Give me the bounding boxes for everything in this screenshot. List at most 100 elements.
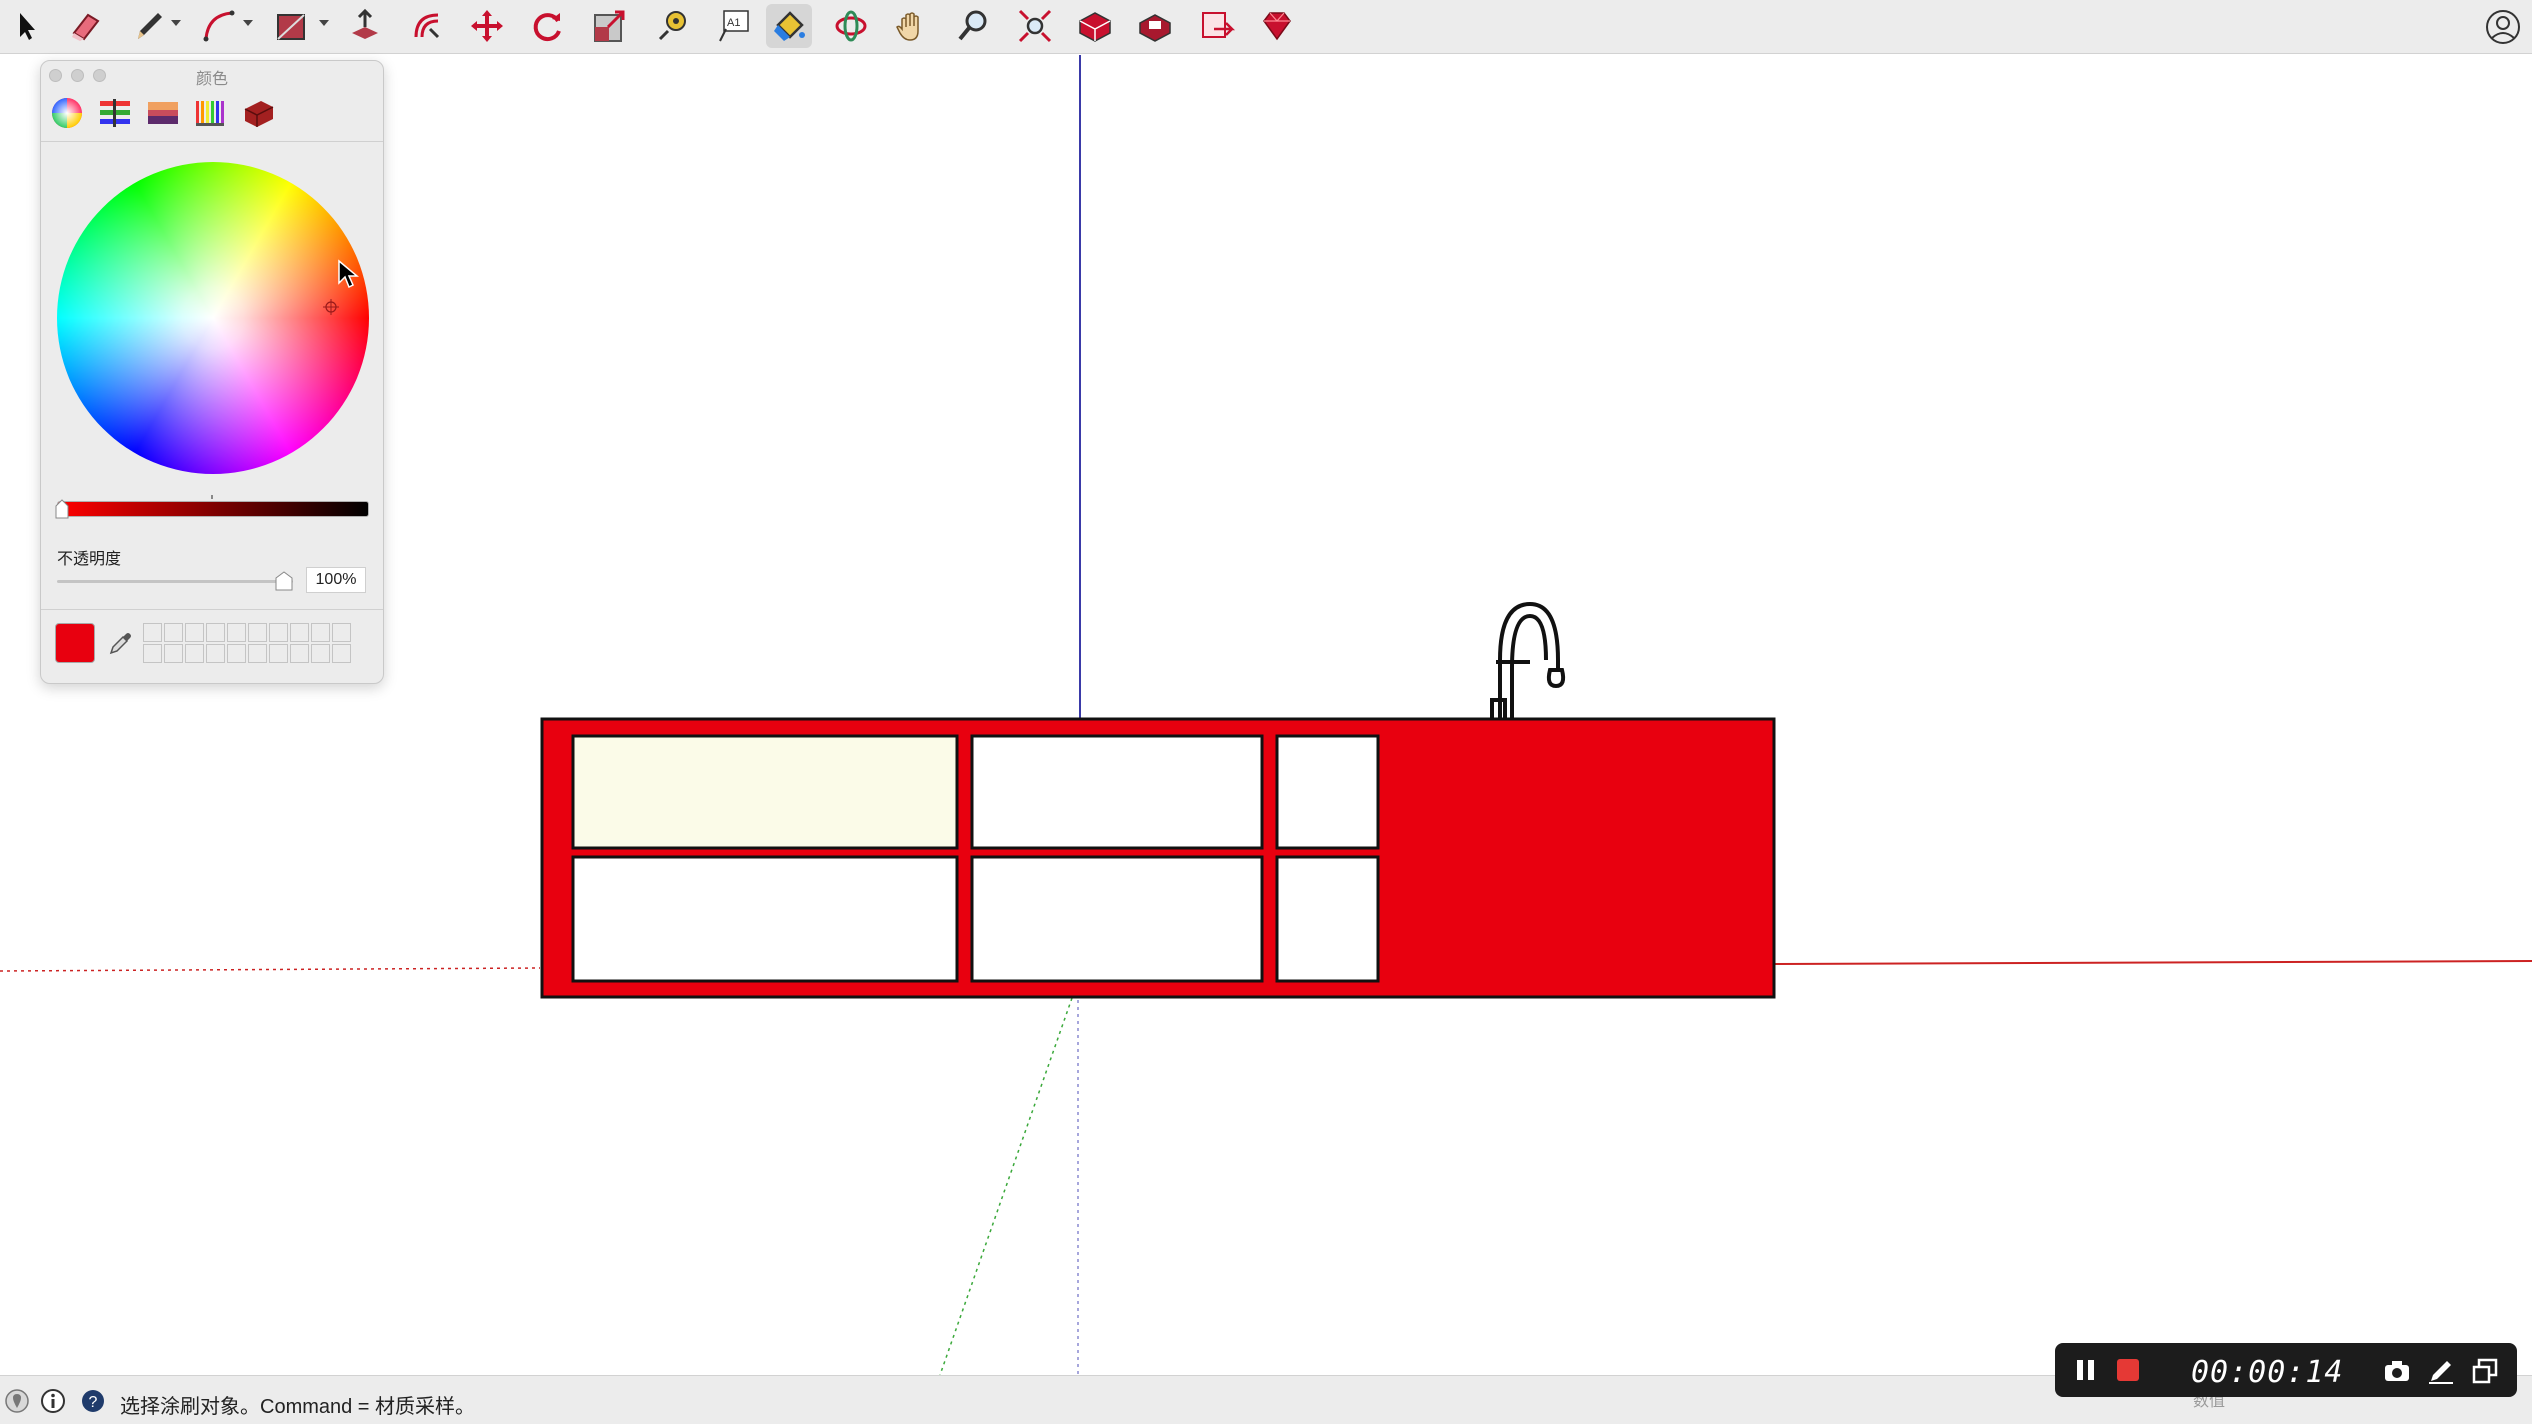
pause-icon[interactable] (2073, 1357, 2099, 1383)
cabinet-door-bottom-left[interactable] (571, 855, 959, 983)
push-pull-tool-button[interactable] (342, 4, 388, 48)
color-wheel-icon (52, 98, 82, 128)
camera-icon[interactable] (2383, 1357, 2411, 1385)
opacity-label: 不透明度 (57, 551, 122, 568)
cabinet-door-bottom-right[interactable] (1275, 855, 1380, 983)
extension-warehouse-tool-button[interactable] (1132, 4, 1178, 48)
crosshair-icon (323, 299, 339, 315)
zoom-extents-icon (1018, 9, 1052, 43)
saved-swatch-cell[interactable] (290, 623, 309, 642)
brightness-slider[interactable] (57, 501, 369, 517)
eyedropper-icon[interactable] (107, 631, 133, 657)
saved-swatch-cell[interactable] (290, 644, 309, 663)
scale-icon (594, 10, 625, 42)
saved-swatch-cell[interactable] (248, 644, 267, 663)
color-wheel[interactable] (57, 162, 369, 474)
tab-pencils[interactable] (237, 91, 281, 135)
move-icon (471, 10, 503, 42)
zoom-extents-tool-button[interactable] (1012, 4, 1058, 48)
scale-tool-button[interactable] (586, 4, 632, 48)
faucet-model[interactable] (1490, 601, 1566, 718)
pen-icon[interactable] (2427, 1357, 2455, 1385)
panel-divider (41, 141, 383, 142)
extension-warehouse-icon (1139, 14, 1171, 42)
cabinet-door-top-right[interactable] (1275, 734, 1380, 850)
saved-swatch-cell[interactable] (164, 644, 183, 663)
cabinet-door-top-left[interactable] (571, 734, 959, 850)
tab-image-palettes[interactable] (189, 91, 233, 135)
saved-swatch-cell[interactable] (227, 623, 246, 642)
svg-text:A1: A1 (727, 17, 740, 29)
rotate-icon (533, 13, 561, 42)
cabinet-door-bottom-middle[interactable] (970, 855, 1264, 983)
tab-color-palettes[interactable] (141, 91, 185, 135)
saved-swatch-cell[interactable] (311, 623, 330, 642)
saved-swatch-cell[interactable] (311, 644, 330, 663)
saved-swatch-cell[interactable] (332, 623, 351, 642)
line-tool-button[interactable] (126, 4, 172, 48)
shape-tool-button[interactable] (268, 4, 314, 48)
image-palettes-icon (196, 101, 224, 126)
arc-icon (203, 10, 235, 42)
orbit-tool-button[interactable] (828, 4, 874, 48)
tape-measure-icon (658, 11, 686, 41)
saved-swatch-cell[interactable] (143, 644, 162, 663)
opacity-slider[interactable] (57, 580, 293, 583)
cabinet-door-top-middle[interactable] (970, 734, 1264, 850)
color-sliders-icon (100, 99, 130, 127)
line-tool-dropdown-icon[interactable] (171, 20, 181, 26)
geolocation-icon[interactable] (4, 1388, 30, 1414)
ruby-icon (1263, 12, 1291, 41)
text-tool-button[interactable]: A1 (710, 4, 756, 48)
arc-tool-button[interactable] (196, 4, 242, 48)
stop-recording-button[interactable] (2117, 1359, 2139, 1381)
saved-swatch-cell[interactable] (206, 644, 225, 663)
color-panel: 颜色 不透明度 100% (40, 60, 384, 684)
recording-timer: 00:00:14 (2191, 1355, 2344, 1390)
info-icon[interactable] (40, 1388, 66, 1414)
opacity-value-field[interactable]: 100% (306, 567, 366, 593)
saved-swatch-cell[interactable] (164, 623, 183, 642)
panel-title: 颜色 (195, 71, 228, 88)
shape-tool-dropdown-icon[interactable] (319, 20, 329, 26)
status-message: 选择涂刷对象。Command = 材质采样。 (120, 1396, 476, 1418)
saved-swatch-cell[interactable] (185, 644, 204, 663)
cabinet-model[interactable] (540, 717, 1776, 999)
opacity-slider-thumb[interactable] (275, 571, 293, 591)
3d-warehouse-tool-button[interactable] (1072, 4, 1118, 48)
tab-color-wheel[interactable] (45, 91, 89, 135)
color-palettes-icon (148, 102, 178, 124)
ruby-console-tool-button[interactable] (1254, 4, 1300, 48)
red-axis-hidden (0, 967, 541, 972)
select-tool-button[interactable] (2, 4, 48, 48)
saved-swatch-cell[interactable] (248, 623, 267, 642)
window-icon[interactable] (2471, 1357, 2499, 1385)
pencil-icon (138, 13, 162, 39)
current-color-swatch[interactable] (55, 623, 95, 663)
saved-swatch-cell[interactable] (269, 644, 288, 663)
paint-bucket-icon (774, 11, 805, 41)
zoom-tool-button[interactable] (950, 4, 996, 48)
user-circle-icon[interactable] (2484, 8, 2522, 46)
saved-swatch-cell[interactable] (143, 623, 162, 642)
help-icon[interactable]: ? (80, 1388, 106, 1414)
saved-swatch-cell[interactable] (206, 623, 225, 642)
eraser-tool-button[interactable] (62, 4, 108, 48)
arc-tool-dropdown-icon[interactable] (243, 20, 253, 26)
layout-tool-button[interactable] (1194, 4, 1240, 48)
rotate-tool-button[interactable] (524, 4, 570, 48)
offset-tool-button[interactable] (404, 4, 450, 48)
pan-tool-button[interactable] (888, 4, 934, 48)
saved-swatch-cell[interactable] (332, 644, 351, 663)
saved-swatch-cell[interactable] (185, 623, 204, 642)
tab-color-sliders[interactable] (93, 91, 137, 135)
paint-bucket-tool-button[interactable] (766, 4, 812, 48)
brightness-slider-thumb[interactable] (55, 499, 69, 519)
tape-measure-tool-button[interactable] (648, 4, 694, 48)
svg-text:?: ? (89, 1394, 98, 1411)
hand-icon (896, 12, 919, 41)
saved-swatch-cell[interactable] (227, 644, 246, 663)
warehouse-icon (1079, 12, 1111, 42)
move-tool-button[interactable] (464, 4, 510, 48)
saved-swatch-cell[interactable] (269, 623, 288, 642)
